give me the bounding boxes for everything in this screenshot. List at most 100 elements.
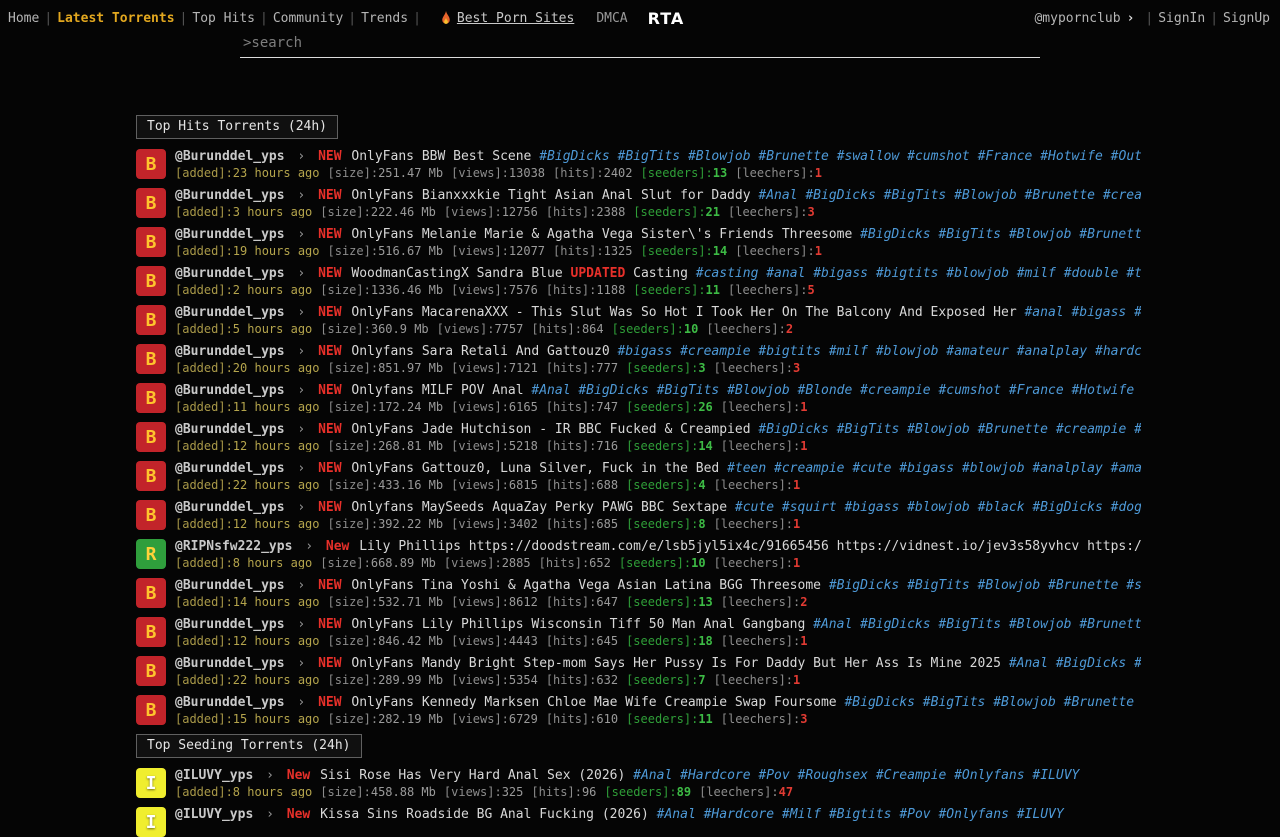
search-input[interactable]	[240, 33, 1040, 58]
tag-link[interactable]: #Brunette	[978, 422, 1048, 437]
uploader-link[interactable]: @Burunddel_yps	[175, 461, 285, 476]
tag-link[interactable]: #anal	[766, 266, 805, 281]
tag-link[interactable]: #amateur	[946, 344, 1009, 359]
tag-link[interactable]: #Onlyfans	[938, 807, 1008, 822]
tag-link[interactable]: #Blonde	[798, 383, 853, 398]
tag-link[interactable]: #Roughsex	[798, 768, 868, 783]
tag-link[interactable]: #BigTits	[907, 578, 970, 593]
tag-link[interactable]: #blowjob	[876, 344, 939, 359]
avatar[interactable]: B	[136, 227, 166, 257]
tag-link[interactable]: #France	[1009, 383, 1064, 398]
tag-link[interactable]: #Brunette	[1079, 227, 1141, 242]
tag-link[interactable]: #creampie	[680, 344, 750, 359]
tag-link[interactable]: #bigass	[813, 266, 868, 281]
avatar[interactable]: B	[136, 344, 166, 374]
row-title[interactable]: @Burunddel_yps › NEW OnlyFans Tina Yoshi…	[175, 578, 1141, 594]
tag-link[interactable]: #Brunette	[1079, 617, 1141, 632]
tag-link[interactable]: #Hotwife	[1040, 149, 1103, 164]
avatar[interactable]: B	[136, 617, 166, 647]
uploader-link[interactable]: @Burunddel_yps	[175, 149, 285, 164]
uploader-link[interactable]: @Burunddel_yps	[175, 656, 285, 671]
tag-link[interactable]: #Blowjob	[1009, 227, 1072, 242]
nav-item[interactable]: Community	[273, 11, 343, 26]
tag-link[interactable]: #Blowjob	[993, 695, 1056, 710]
tag-link[interactable]: #BigDicks	[805, 188, 875, 203]
uploader-link[interactable]: @Burunddel_yps	[175, 383, 285, 398]
tag-link[interactable]: #Milf	[782, 807, 821, 822]
tag-link[interactable]: #Outdoors	[1111, 149, 1141, 164]
row-title[interactable]: @Burunddel_yps › NEW OnlyFans Lily Phill…	[175, 617, 1141, 633]
tag-link[interactable]: #creampie	[1056, 422, 1126, 437]
avatar[interactable]: B	[136, 695, 166, 725]
dmca-link[interactable]: DMCA	[596, 11, 627, 26]
tag-link[interactable]: #analplay	[1017, 344, 1087, 359]
tag-link[interactable]: #creampie	[1103, 188, 1141, 203]
avatar[interactable]: B	[136, 461, 166, 491]
row-title[interactable]: @RIPNsfw222_yps › New Lily Phillips http…	[175, 539, 1141, 555]
nav-item[interactable]: Trends	[361, 11, 408, 26]
avatar[interactable]: B	[136, 149, 166, 179]
tag-link[interactable]: #creampie	[860, 383, 930, 398]
tag-link[interactable]: #Anal	[1009, 656, 1048, 671]
uploader-link[interactable]: @RIPNsfw222_yps	[175, 539, 292, 554]
tag-link[interactable]: #bigtits	[876, 266, 939, 281]
avatar[interactable]: B	[136, 500, 166, 530]
tag-link[interactable]: #Anal	[633, 768, 672, 783]
tag-link[interactable]: #Blowjob	[727, 383, 790, 398]
tag-link[interactable]: #BigTits	[657, 383, 720, 398]
tag-link[interactable]: #bigass	[899, 461, 954, 476]
avatar[interactable]: B	[136, 422, 166, 452]
tag-link[interactable]: #Blowjob	[978, 578, 1041, 593]
tag-link[interactable]: #Blowjob	[907, 422, 970, 437]
uploader-link[interactable]: @ILUVY_yps	[175, 807, 253, 822]
tag-link[interactable]: #BigTits	[837, 422, 900, 437]
avatar[interactable]: I	[136, 768, 166, 798]
tag-link[interactable]: #BigTits	[884, 188, 947, 203]
tag-link[interactable]: #BigTits	[923, 695, 986, 710]
tag-link[interactable]: #BigDicks	[860, 617, 930, 632]
avatar[interactable]: B	[136, 188, 166, 218]
uploader-link[interactable]: @Burunddel_yps	[175, 227, 285, 242]
tag-link[interactable]: #swallow	[837, 149, 900, 164]
uploader-link[interactable]: @Burunddel_yps	[175, 500, 285, 515]
tag-link[interactable]: #doggystyle	[1111, 500, 1141, 515]
tag-link[interactable]: #threesome…	[1126, 266, 1141, 281]
row-title[interactable]: @ILUVY_yps › New Kissa Sins Roadside BG …	[175, 807, 1141, 823]
uploader-link[interactable]: @Burunddel_yps	[175, 188, 285, 203]
row-title[interactable]: @Burunddel_yps › NEW OnlyFans Jade Hutch…	[175, 422, 1141, 438]
tag-link[interactable]: #bigass	[617, 344, 672, 359]
tag-link[interactable]: #Brunette	[1048, 578, 1118, 593]
tag-link[interactable]: #BigDicks	[1056, 656, 1126, 671]
tag-link[interactable]: #France	[978, 149, 1033, 164]
tag-link[interactable]: #blowjob	[907, 500, 970, 515]
tag-link[interactable]: #BigTits	[618, 149, 681, 164]
tag-link[interactable]: #BigDicks	[758, 422, 828, 437]
tag-link[interactable]: #cute	[735, 500, 774, 515]
account-link[interactable]: @mypornclub	[1034, 11, 1120, 26]
best-porn-sites-link[interactable]: Best Porn Sites	[440, 11, 574, 26]
tag-link[interactable]: #hardcore	[1095, 344, 1141, 359]
row-title[interactable]: @Burunddel_yps › NEW OnlyFans MacarenaXX…	[175, 305, 1141, 321]
tag-link[interactable]: #Hotwife	[1072, 383, 1135, 398]
uploader-link[interactable]: @ILUVY_yps	[175, 768, 253, 783]
row-title[interactable]: @Burunddel_yps › NEW Onlyfans Sara Retal…	[175, 344, 1141, 360]
row-title[interactable]: @Burunddel_yps › NEW OnlyFans Bianxxxkie…	[175, 188, 1141, 204]
tag-link[interactable]: #teen	[727, 461, 766, 476]
uploader-link[interactable]: @Burunddel_yps	[175, 695, 285, 710]
row-title[interactable]: @Burunddel_yps › NEW OnlyFans Gattouz0, …	[175, 461, 1141, 477]
uploader-link[interactable]: @Burunddel_yps	[175, 422, 285, 437]
uploader-link[interactable]: @Burunddel_yps	[175, 344, 285, 359]
rta-logo[interactable]: RTA	[648, 9, 685, 28]
tag-link[interactable]: #cumshot	[907, 149, 970, 164]
row-title[interactable]: @Burunddel_yps › NEW Onlyfans MILF POV A…	[175, 383, 1141, 399]
tag-link[interactable]: #Onlyfans	[954, 768, 1024, 783]
tag-link[interactable]: #BigTits	[938, 617, 1001, 632]
tag-link[interactable]: #Anal	[758, 188, 797, 203]
tag-link[interactable]: #BigDicks	[860, 227, 930, 242]
tag-link[interactable]: #Brunette	[1025, 188, 1095, 203]
tag-link[interactable]: #Hardcore	[680, 768, 750, 783]
avatar[interactable]: B	[136, 656, 166, 686]
uploader-link[interactable]: @Burunddel_yps	[175, 266, 285, 281]
avatar[interactable]: I	[136, 807, 166, 837]
tag-link[interactable]: #Bigtits	[829, 807, 892, 822]
